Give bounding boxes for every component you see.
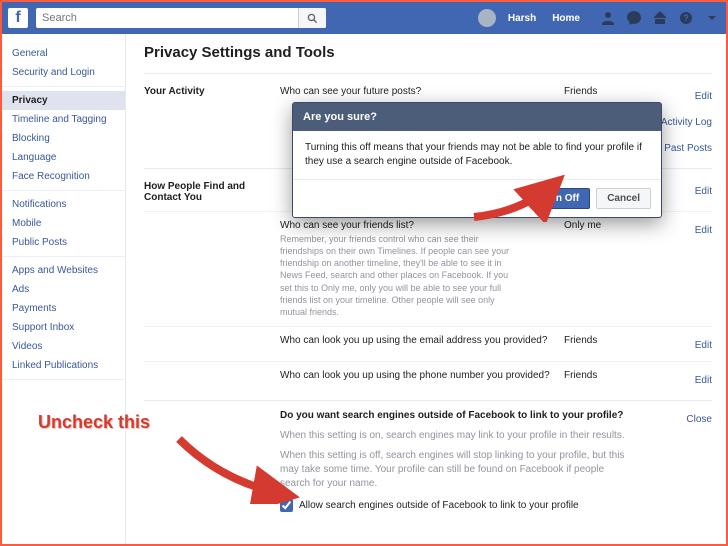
section-label-activity: Your Activity [144, 86, 272, 104]
svg-text:?: ? [683, 13, 689, 23]
home-link[interactable]: Home [552, 13, 580, 24]
avatar[interactable] [478, 9, 496, 27]
sidebar-item-security-and-login[interactable]: Security and Login [2, 63, 125, 82]
section-label-contact: How People Find and Contact You [144, 181, 272, 203]
sidebar-item-payments[interactable]: Payments [2, 299, 125, 318]
messenger-icon[interactable] [626, 10, 642, 26]
setting-value: Friends [564, 335, 624, 353]
turn-off-button[interactable]: Turn Off [530, 188, 591, 209]
cancel-button[interactable]: Cancel [596, 188, 651, 209]
sidebar-item-face-recognition[interactable]: Face Recognition [2, 167, 125, 186]
sidebar-item-blocking[interactable]: Blocking [2, 129, 125, 148]
dropdown-icon[interactable] [704, 10, 720, 26]
confirm-dialog: Are you sure? Turning this off means tha… [292, 102, 662, 218]
top-navbar: f Harsh Home ? [2, 2, 726, 34]
setting-text: Who can see your friends list? [280, 220, 556, 231]
sidebar-item-support-inbox[interactable]: Support Inbox [2, 318, 125, 337]
sidebar-item-apps-and-websites[interactable]: Apps and Websites [2, 261, 125, 280]
search-engines-checkbox[interactable] [280, 499, 293, 512]
search-engines-checkbox-row[interactable]: Allow search engines outside of Facebook… [280, 499, 632, 513]
search-button[interactable] [298, 8, 326, 28]
edit-link[interactable]: Edit [695, 225, 712, 236]
search-engines-on-text: When this setting is on, search engines … [280, 429, 632, 443]
friend-requests-icon[interactable] [600, 10, 616, 26]
search-engines-checkbox-label: Allow search engines outside of Facebook… [299, 499, 579, 513]
sidebar-item-general[interactable]: General [2, 44, 125, 63]
settings-sidebar: GeneralSecurity and Login PrivacyTimeline… [2, 34, 126, 544]
dialog-title: Are you sure? [293, 103, 661, 131]
sidebar-item-ads[interactable]: Ads [2, 280, 125, 299]
search-container [36, 8, 326, 28]
search-engines-off-text: When this setting is off, search engines… [280, 449, 632, 491]
facebook-logo-icon[interactable]: f [8, 8, 28, 28]
setting-value: Friends [564, 370, 624, 388]
annotation-text: Uncheck this [38, 412, 150, 433]
page-title: Privacy Settings and Tools [144, 44, 712, 61]
sidebar-item-timeline-and-tagging[interactable]: Timeline and Tagging [2, 110, 125, 129]
sidebar-item-mobile[interactable]: Mobile [2, 214, 125, 233]
sidebar-item-public-posts[interactable]: Public Posts [2, 233, 125, 252]
notifications-icon[interactable] [652, 10, 668, 26]
sidebar-item-language[interactable]: Language [2, 148, 125, 167]
sidebar-item-linked-publications[interactable]: Linked Publications [2, 356, 125, 375]
sidebar-item-privacy[interactable]: Privacy [2, 91, 125, 110]
setting-desc: Remember, your friends control who can s… [280, 233, 520, 318]
setting-text: Who can look you up using the email addr… [280, 335, 556, 346]
setting-text: Who can look you up using the phone numb… [280, 370, 556, 381]
profile-link[interactable]: Harsh [508, 13, 536, 24]
edit-link[interactable]: Edit [695, 340, 712, 351]
sidebar-item-videos[interactable]: Videos [2, 337, 125, 356]
edit-link[interactable]: Edit [695, 375, 712, 386]
dialog-body: Turning this off means that your friends… [293, 131, 661, 179]
help-icon[interactable]: ? [678, 10, 694, 26]
search-engines-question: Do you want search engines outside of Fa… [280, 409, 632, 423]
edit-future-posts[interactable]: Edit [695, 91, 712, 102]
sidebar-item-notifications[interactable]: Notifications [2, 195, 125, 214]
close-search-engines[interactable]: Close [686, 414, 712, 425]
search-input[interactable] [36, 12, 298, 24]
edit-link[interactable]: Edit [695, 186, 712, 197]
setting-value: Only me [564, 220, 624, 318]
search-icon [307, 13, 318, 24]
